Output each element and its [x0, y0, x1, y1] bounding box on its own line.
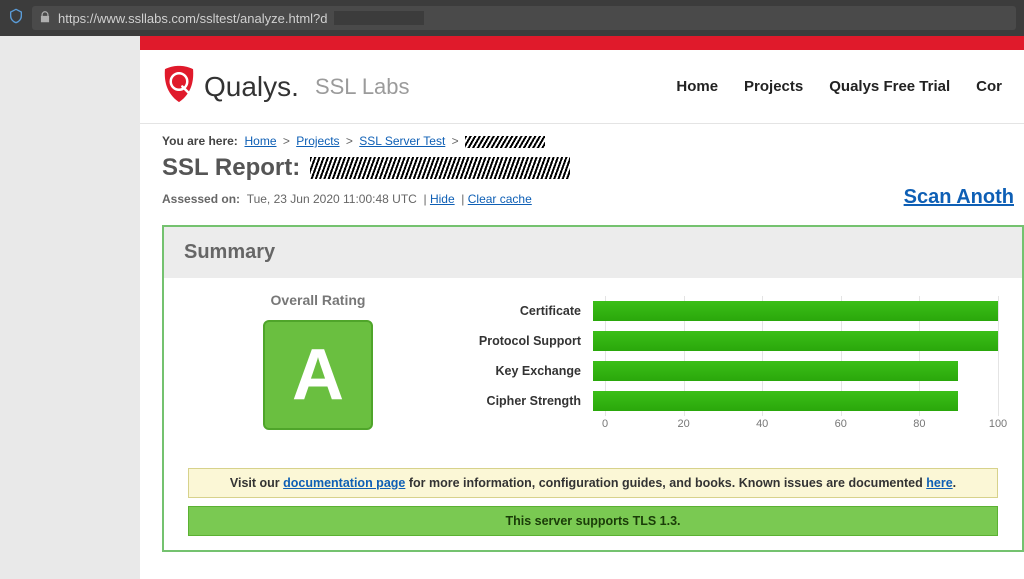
axis-tick: 80	[913, 418, 925, 430]
chart-category-label: Key Exchange	[478, 364, 593, 378]
scan-another-link[interactable]: Scan Anoth	[904, 186, 1014, 209]
chart-bar	[593, 391, 958, 411]
axis-tick: 20	[677, 418, 689, 430]
chart-row: Cipher Strength	[478, 386, 998, 416]
chart-category-label: Certificate	[478, 304, 593, 318]
chart-row: Protocol Support	[478, 326, 998, 356]
rating-tile: A	[263, 320, 373, 430]
summary-heading: Summary	[184, 241, 1002, 264]
brand-subtitle: SSL Labs	[315, 74, 410, 100]
chart-bar	[593, 301, 998, 321]
nav-home[interactable]: Home	[676, 78, 718, 95]
browser-address-bar: https://www.ssllabs.com/ssltest/analyze.…	[0, 0, 1024, 36]
chart-bar	[593, 361, 958, 381]
documentation-link[interactable]: documentation page	[283, 476, 405, 490]
assessed-date: Tue, 23 Jun 2020 11:00:48 UTC	[247, 192, 417, 206]
axis-tick: 0	[602, 418, 608, 430]
title-hostname-redacted	[310, 157, 570, 179]
site-header: Qualys. SSL Labs Home Projects Qualys Fr…	[140, 50, 1024, 124]
nav-contact[interactable]: Cor	[976, 78, 1002, 95]
rating-grade: A	[292, 339, 344, 411]
crumb-home[interactable]: Home	[244, 134, 276, 148]
qualys-shield-icon	[162, 65, 196, 108]
page-content: Qualys. SSL Labs Home Projects Qualys Fr…	[140, 36, 1024, 579]
overall-rating: Overall Rating A	[188, 292, 448, 430]
axis-tick: 60	[835, 418, 847, 430]
chart-axis: 020406080100	[593, 416, 998, 436]
breadcrumb: You are here: Home > Projects > SSL Serv…	[140, 124, 1024, 154]
chart-category-label: Protocol Support	[478, 334, 593, 348]
lock-icon	[38, 10, 52, 27]
chart-bar	[593, 331, 998, 351]
chart-category-label: Cipher Strength	[478, 394, 593, 408]
clear-cache-link[interactable]: Clear cache	[468, 192, 532, 206]
redacted-url-part	[334, 11, 424, 25]
tls-strip: This server supports TLS 1.3.	[188, 506, 998, 536]
meta-row: Assessed on: Tue, 23 Jun 2020 11:00:48 U…	[140, 186, 1024, 219]
assessed-label: Assessed on:	[162, 192, 240, 206]
doc-strip: Visit our documentation page for more in…	[188, 468, 998, 498]
axis-tick: 40	[756, 418, 768, 430]
chart-row: Certificate	[478, 296, 998, 326]
url-input[interactable]: https://www.ssllabs.com/ssltest/analyze.…	[32, 6, 1016, 30]
tls-support-text: This server supports TLS 1.3.	[505, 514, 680, 528]
score-chart: Certificate Protocol Support Key Exchange C…	[478, 292, 998, 436]
chart-row: Key Exchange	[478, 356, 998, 386]
axis-tick: 100	[989, 418, 1007, 430]
hide-link[interactable]: Hide	[430, 192, 455, 206]
brand-band	[140, 36, 1024, 50]
page-title: SSL Report:	[162, 154, 300, 182]
nav-projects[interactable]: Projects	[744, 78, 803, 95]
brand-name: Qualys.	[204, 71, 299, 103]
url-text: https://www.ssllabs.com/ssltest/analyze.…	[58, 11, 328, 26]
summary-panel: Summary Overall Rating A Certificate Prot…	[162, 225, 1024, 552]
breadcrumb-label: You are here:	[162, 134, 238, 148]
crumb-projects[interactable]: Projects	[296, 134, 339, 148]
known-issues-link[interactable]: here	[926, 476, 952, 490]
crumb-hostname-redacted	[465, 136, 545, 148]
brand: Qualys. SSL Labs	[162, 65, 410, 108]
crumb-ssltest[interactable]: SSL Server Test	[359, 134, 445, 148]
top-nav: Home Projects Qualys Free Trial Cor	[676, 78, 1002, 95]
rating-label: Overall Rating	[188, 292, 448, 308]
summary-header: Summary	[164, 227, 1022, 278]
shield-icon	[8, 8, 24, 29]
page-title-row: SSL Report:	[140, 154, 1024, 186]
nav-free-trial[interactable]: Qualys Free Trial	[829, 78, 950, 95]
